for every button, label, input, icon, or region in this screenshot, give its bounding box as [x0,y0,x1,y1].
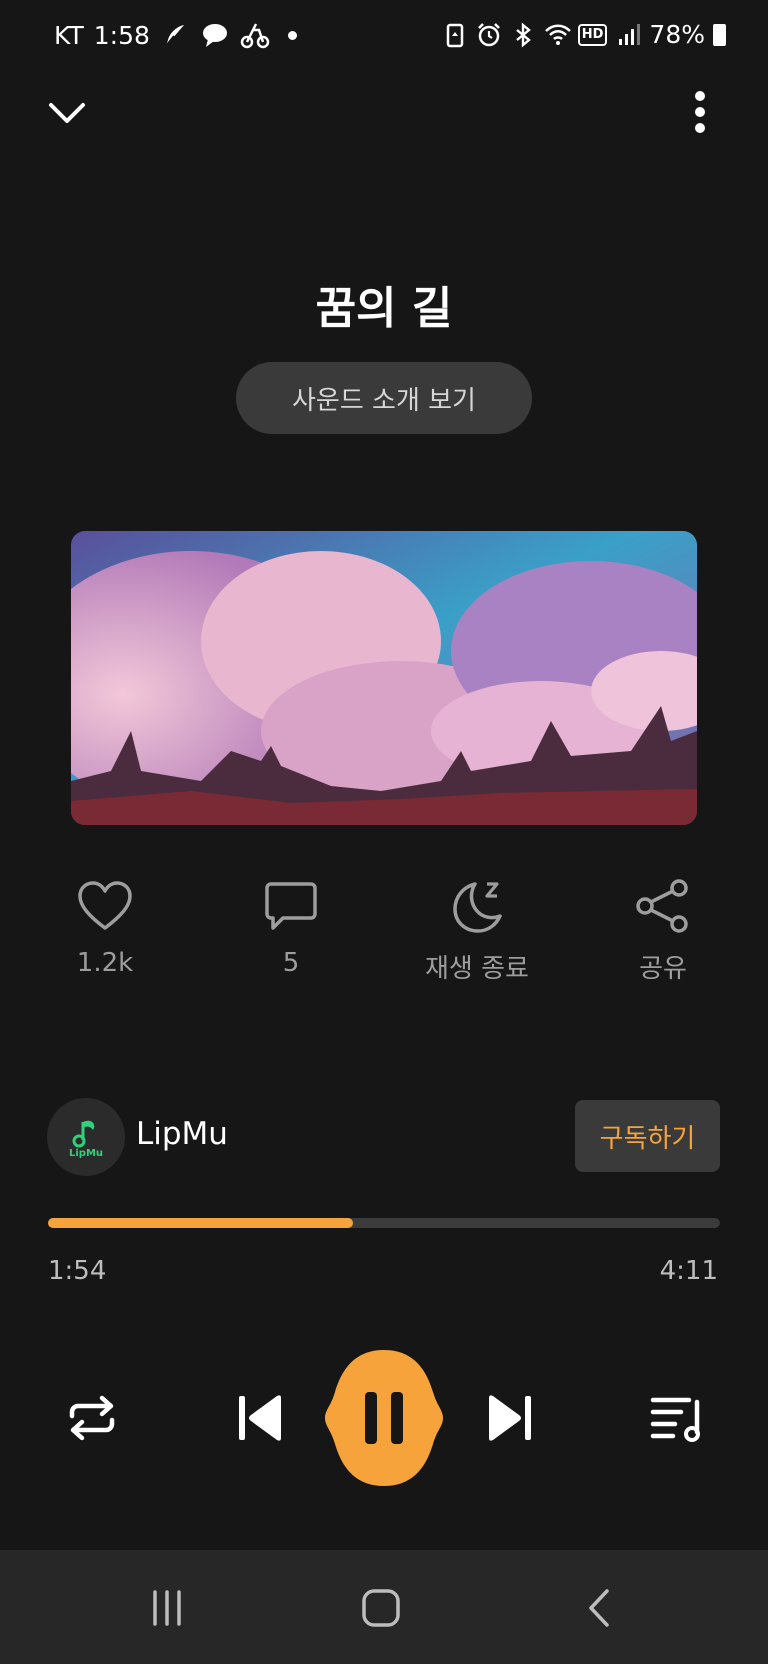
sound-intro-button[interactable]: 사운드 소개 보기 [236,362,532,434]
back-button[interactable] [548,1578,648,1638]
more-vertical-icon [695,91,705,133]
signal-icon [615,22,641,48]
skip-previous-icon [239,1395,281,1441]
repeat-button[interactable] [56,1386,128,1450]
repeat-icon [69,1395,115,1441]
next-track-button[interactable] [476,1386,544,1450]
channel-avatar-text: LipMu [68,1147,104,1159]
comment-action[interactable]: 5 [196,876,386,978]
album-artwork [71,531,697,825]
status-left: KT 1:58 [54,20,297,50]
back-icon [589,1589,609,1627]
skip-next-icon [489,1395,531,1441]
comment-icon [265,882,317,930]
status-right: HD 78% [442,20,726,49]
channel-avatar[interactable]: LipMu [47,1098,125,1176]
alarm-icon [476,22,502,48]
previous-track-button[interactable] [226,1386,294,1450]
chat-bubble-icon [200,20,230,50]
battery-saver-icon [442,22,468,48]
chevron-down-icon [49,103,85,123]
battery-percent: 78% [649,20,705,49]
share-action[interactable]: 공유 [568,876,758,985]
bike-icon [240,20,270,50]
status-bar: KT 1:58 HD 78% [0,0,768,76]
music-note-logo-icon [72,1120,95,1147]
like-count: 1.2k [76,948,134,978]
hd-voice-icon: HD [577,23,608,46]
progress-fill [48,1218,354,1228]
collapse-player-button[interactable] [38,84,96,142]
moon-sleep-icon [453,882,502,933]
share-label: 공유 [639,954,687,984]
playlist-icon [650,1397,700,1442]
recents-icon [153,1590,181,1626]
more-notifications-dot [287,30,297,40]
like-action[interactable]: 1.2k [10,876,200,978]
sleep-timer-label: 재생 종료 [425,954,529,984]
progress-bar[interactable] [48,1218,720,1228]
battery-icon [713,23,726,46]
pause-button[interactable] [323,1348,445,1488]
feather-icon [160,20,190,50]
more-options-button[interactable] [674,80,726,144]
track-title: 꿈의 길 [315,283,453,334]
home-icon [362,1589,400,1627]
wifi-icon [544,22,571,48]
recents-button[interactable] [117,1578,217,1638]
bluetooth-icon [510,21,536,48]
clock: 1:58 [93,20,150,50]
subscribe-button[interactable]: 구독하기 [575,1100,720,1172]
channel-name[interactable]: LipMu [136,1116,228,1152]
sleep-timer-action[interactable]: 재생 종료 [382,876,572,985]
home-button[interactable] [331,1578,431,1638]
share-icon [636,879,688,933]
system-navigation-bar [0,1550,768,1664]
carrier-label: KT [54,20,84,50]
current-time: 1:54 [48,1256,107,1286]
playlist-button[interactable] [642,1386,714,1450]
comment-count: 5 [282,948,300,978]
total-time: 4:11 [659,1256,718,1286]
heart-icon [78,881,132,930]
